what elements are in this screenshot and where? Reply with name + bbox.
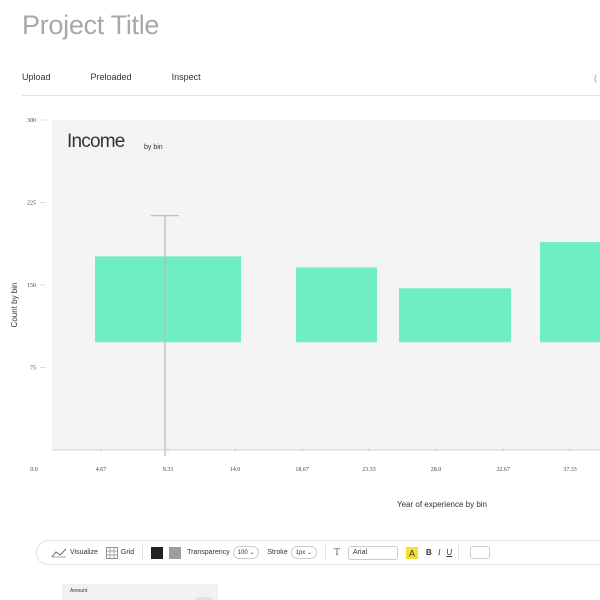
- toolbar-divider: [325, 545, 327, 560]
- histogram-bar: [399, 288, 512, 343]
- gray-color-swatch[interactable]: [169, 546, 182, 559]
- chart-subtitle: by bin: [144, 144, 163, 151]
- property-panel: Amount: [62, 584, 218, 600]
- line-chart-icon: [51, 548, 67, 557]
- visualize-label: Visualize: [70, 549, 98, 556]
- x-tick-label: 32.67: [496, 467, 510, 473]
- svg-text:A: A: [409, 548, 415, 558]
- grid-icon: [105, 546, 118, 559]
- nav-divider: [22, 95, 600, 96]
- highlight-color-button[interactable]: A: [406, 546, 419, 559]
- x-tick-label: 23.33: [362, 467, 376, 473]
- highlight-icon: A: [406, 546, 419, 559]
- visualize-button[interactable]: Visualize: [51, 548, 98, 558]
- x-tick-label: 4.67: [96, 467, 107, 473]
- font-family-value: Arial: [353, 549, 368, 556]
- y-axis-title: Count by bin: [10, 283, 19, 328]
- transparency-value: 100: [237, 549, 248, 556]
- stroke-control: Stroke 1px ⌄: [267, 546, 318, 559]
- histogram-bar: [95, 256, 242, 343]
- tab-upload[interactable]: Upload: [22, 72, 51, 82]
- toolbar-divider: [458, 545, 460, 560]
- y-tick-label: 300: [27, 118, 36, 124]
- x-tick-label: 0.0: [30, 467, 38, 473]
- y-tick-label: 150: [27, 283, 36, 289]
- tab-inspect[interactable]: Inspect: [172, 72, 201, 82]
- font-family-input[interactable]: Arial: [348, 545, 399, 560]
- nav-tabs: Upload Preloaded Inspect: [22, 72, 241, 82]
- chevron-down-icon: ⌄: [305, 550, 313, 556]
- chart-toolbar: Visualize Grid Transparency 100 ⌄ Stroke…: [36, 540, 600, 565]
- x-axis-title: Year of experience by bin: [397, 500, 487, 509]
- toolbar-overflow-control[interactable]: [470, 546, 491, 559]
- x-tick-label: 28.0: [431, 467, 442, 473]
- transparency-label: Transparency: [187, 549, 230, 556]
- chart-title: Income: [67, 131, 125, 152]
- italic-icon[interactable]: I: [438, 548, 441, 557]
- y-tick-label: 225: [27, 201, 36, 207]
- text-icon: T: [334, 547, 341, 558]
- grid-button[interactable]: Grid: [105, 546, 135, 559]
- histogram-bar: [296, 267, 377, 343]
- stroke-value: 1px: [295, 549, 306, 556]
- x-tick-label: 37.33: [563, 467, 577, 473]
- dark-color-swatch[interactable]: [151, 546, 164, 559]
- x-tick-label: 18.67: [295, 467, 309, 473]
- nav-overflow-tab[interactable]: (: [594, 73, 597, 83]
- underline-icon[interactable]: U: [446, 548, 452, 557]
- tab-preloaded[interactable]: Preloaded: [91, 72, 132, 82]
- toolbar-divider: [142, 545, 144, 560]
- panel-title: Amount: [70, 588, 88, 594]
- x-tick-label: 14.0: [230, 467, 241, 473]
- page-title: Project Title: [22, 10, 160, 40]
- stroke-select[interactable]: 1px ⌄: [290, 546, 318, 559]
- text-tool-button[interactable]: T: [334, 548, 340, 558]
- bold-icon[interactable]: B: [426, 548, 432, 557]
- transparency-control: Transparency 100 ⌄: [187, 546, 260, 559]
- transparency-select[interactable]: 100 ⌄: [232, 546, 260, 559]
- x-tick-label: 9.33: [163, 467, 174, 473]
- grid-label: Grid: [120, 549, 135, 556]
- y-tick-label: 75: [30, 366, 36, 372]
- histogram-chart: Income by bin Year of experience by bin …: [10, 118, 600, 509]
- histogram-bar: [540, 242, 600, 343]
- stroke-label: Stroke: [267, 549, 288, 556]
- chevron-down-icon: ⌄: [247, 550, 255, 556]
